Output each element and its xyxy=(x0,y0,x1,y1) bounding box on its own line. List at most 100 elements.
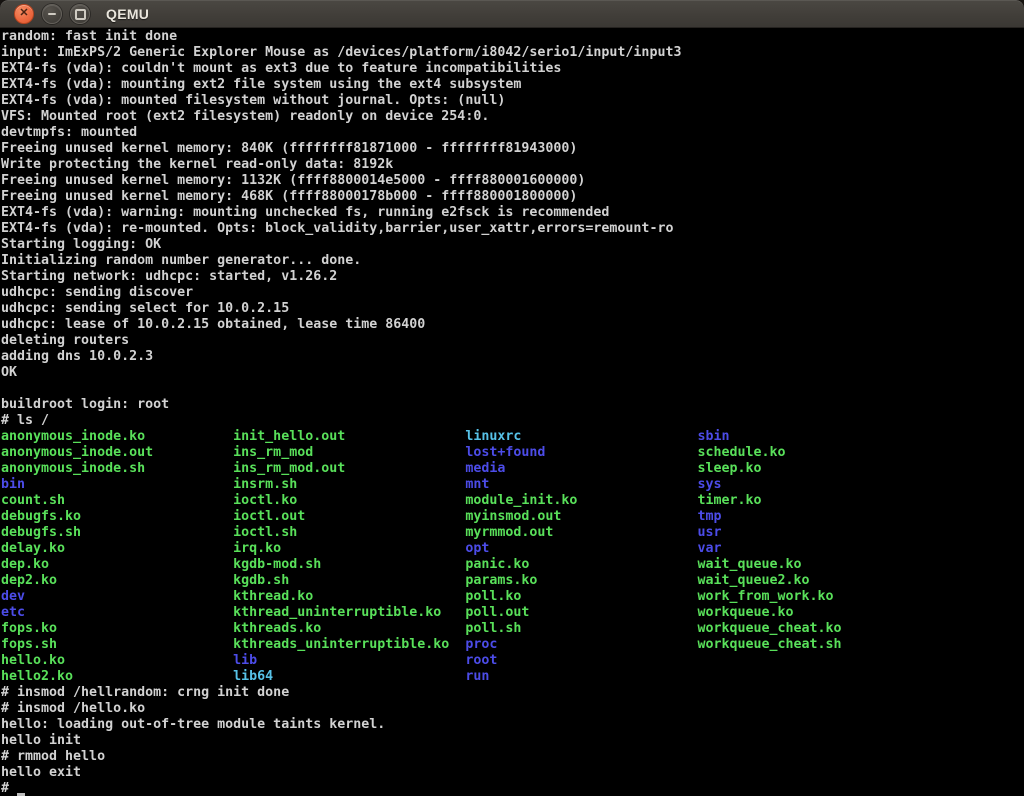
console-line: deleting routers xyxy=(1,333,1024,349)
console-line: dep.kokgdb-mod.shpanic.kowait_queue.ko xyxy=(1,557,1024,573)
terminal-cursor xyxy=(17,782,25,796)
file-entry: dep.ko xyxy=(1,557,233,573)
console-line: input: ImExPS/2 Generic Explorer Mouse a… xyxy=(1,45,1024,61)
console-line: EXT4-fs (vda): re-mounted. Opts: block_v… xyxy=(1,221,1024,237)
file-entry: run xyxy=(465,669,489,685)
file-entry: wait_queue.ko xyxy=(697,557,801,573)
console-line: Freeing unused kernel memory: 1132K (fff… xyxy=(1,173,1024,189)
file-entry: kthread.ko xyxy=(233,589,465,605)
file-entry: linuxrc xyxy=(465,429,697,445)
file-entry: sys xyxy=(697,477,721,493)
file-entry: anonymous_inode.ko xyxy=(1,429,233,445)
file-entry: media xyxy=(465,461,697,477)
minimize-button[interactable] xyxy=(42,4,62,24)
console-line: Initializing random number generator... … xyxy=(1,253,1024,269)
console-line: fops.kokthreads.kopoll.shworkqueue_cheat… xyxy=(1,621,1024,637)
file-entry: fops.ko xyxy=(1,621,233,637)
console-line: Freeing unused kernel memory: 840K (ffff… xyxy=(1,141,1024,157)
file-entry: debugfs.sh xyxy=(1,525,233,541)
console-line: delay.koirq.kooptvar xyxy=(1,541,1024,557)
file-entry: lib xyxy=(233,653,465,669)
file-entry: kgdb.sh xyxy=(233,573,465,589)
window-title: QEMU xyxy=(106,6,149,22)
console-line: udhcpc: sending select for 10.0.2.15 xyxy=(1,301,1024,317)
file-entry: wait_queue2.ko xyxy=(697,573,809,589)
console-line: devtmpfs: mounted xyxy=(1,125,1024,141)
file-entry: irq.ko xyxy=(233,541,465,557)
qemu-window: ✕ QEMU random: fast init doneinput: ImEx… xyxy=(0,0,1024,796)
file-entry: lib64 xyxy=(233,669,465,685)
console-line: # rmmod hello xyxy=(1,749,1024,765)
close-button[interactable]: ✕ xyxy=(14,4,34,24)
console-line: udhcpc: sending discover xyxy=(1,285,1024,301)
console-line: bininsrm.shmntsys xyxy=(1,477,1024,493)
console-line: anonymous_inode.koinit_hello.outlinuxrcs… xyxy=(1,429,1024,445)
console-line: EXT4-fs (vda): couldn't mount as ext3 du… xyxy=(1,61,1024,77)
file-entry: kthreads_uninterruptible.ko xyxy=(233,637,465,653)
file-entry: poll.sh xyxy=(465,621,697,637)
console-line: hello exit xyxy=(1,765,1024,781)
file-entry: myinsmod.out xyxy=(465,509,697,525)
file-entry: dep2.ko xyxy=(1,573,233,589)
minimize-icon xyxy=(48,13,56,15)
console-line: VFS: Mounted root (ext2 filesystem) read… xyxy=(1,109,1024,125)
console-line: EXT4-fs (vda): mounting ext2 file system… xyxy=(1,77,1024,93)
file-entry: workqueue.ko xyxy=(697,605,793,621)
file-entry: etc xyxy=(1,605,233,621)
file-entry: sleep.ko xyxy=(697,461,761,477)
console-line: adding dns 10.0.2.3 xyxy=(1,349,1024,365)
console-line: buildroot login: root xyxy=(1,397,1024,413)
file-entry: delay.ko xyxy=(1,541,233,557)
console-line: Starting network: udhcpc: started, v1.26… xyxy=(1,269,1024,285)
file-entry: kgdb-mod.sh xyxy=(233,557,465,573)
console-line: # insmod /hello.ko xyxy=(1,701,1024,717)
file-entry: dev xyxy=(1,589,233,605)
console-line: anonymous_inode.outins_rm_modlost+founds… xyxy=(1,445,1024,461)
console-line: devkthread.kopoll.kowork_from_work.ko xyxy=(1,589,1024,605)
maximize-button[interactable] xyxy=(70,4,90,24)
file-entry: hello.ko xyxy=(1,653,233,669)
file-entry: count.sh xyxy=(1,493,233,509)
window-titlebar[interactable]: ✕ QEMU xyxy=(0,0,1024,28)
file-entry: mnt xyxy=(465,477,697,493)
file-entry: fops.sh xyxy=(1,637,233,653)
console-line: count.shioctl.komodule_init.kotimer.ko xyxy=(1,493,1024,509)
file-entry: ioctl.ko xyxy=(233,493,465,509)
console-line: Write protecting the kernel read-only da… xyxy=(1,157,1024,173)
console-line: hello init xyxy=(1,733,1024,749)
console-line: Freeing unused kernel memory: 468K (ffff… xyxy=(1,189,1024,205)
file-entry: init_hello.out xyxy=(233,429,465,445)
file-entry: kthread_uninterruptible.ko xyxy=(233,605,465,621)
file-entry: insrm.sh xyxy=(233,477,465,493)
console-line: hello.kolibroot xyxy=(1,653,1024,669)
console-line: debugfs.koioctl.outmyinsmod.outtmp xyxy=(1,509,1024,525)
file-entry: workqueue_cheat.ko xyxy=(697,621,841,637)
file-entry: proc xyxy=(465,637,697,653)
console-line: EXT4-fs (vda): mounted filesystem withou… xyxy=(1,93,1024,109)
file-entry: usr xyxy=(697,525,721,541)
file-entry: debugfs.ko xyxy=(1,509,233,525)
console-line: etckthread_uninterruptible.kopoll.outwor… xyxy=(1,605,1024,621)
file-entry: var xyxy=(697,541,721,557)
file-entry: sbin xyxy=(697,429,729,445)
console-line: # xyxy=(1,781,1024,796)
file-entry: myrmmod.out xyxy=(465,525,697,541)
file-entry: workqueue_cheat.sh xyxy=(697,637,841,653)
file-entry: ins_rm_mod xyxy=(233,445,465,461)
file-entry: anonymous_inode.sh xyxy=(1,461,233,477)
file-entry: schedule.ko xyxy=(697,445,785,461)
file-entry: panic.ko xyxy=(465,557,697,573)
console-line: # ls / xyxy=(1,413,1024,429)
maximize-icon xyxy=(75,9,86,20)
console-line: EXT4-fs (vda): warning: mounting uncheck… xyxy=(1,205,1024,221)
file-entry: params.ko xyxy=(465,573,697,589)
console-screen[interactable]: random: fast init doneinput: ImExPS/2 Ge… xyxy=(0,28,1024,796)
file-entry: hello2.ko xyxy=(1,669,233,685)
file-entry: root xyxy=(465,653,497,669)
file-entry: ins_rm_mod.out xyxy=(233,461,465,477)
file-entry: tmp xyxy=(697,509,721,525)
file-entry: timer.ko xyxy=(697,493,761,509)
close-icon: ✕ xyxy=(19,8,28,19)
console-line: hello2.kolib64run xyxy=(1,669,1024,685)
file-entry: poll.out xyxy=(465,605,697,621)
